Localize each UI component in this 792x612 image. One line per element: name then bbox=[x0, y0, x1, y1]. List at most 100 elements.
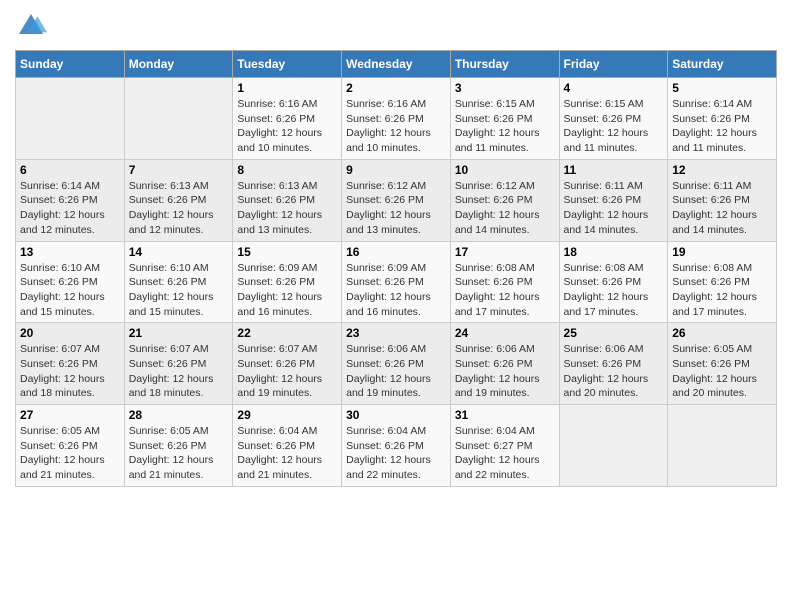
calendar-cell: 26 Sunrise: 6:05 AM Sunset: 6:26 PM Dayli… bbox=[668, 323, 777, 405]
calendar-cell bbox=[668, 405, 777, 487]
day-info: Sunrise: 6:10 AM Sunset: 6:26 PM Dayligh… bbox=[129, 261, 229, 320]
calendar-cell: 16 Sunrise: 6:09 AM Sunset: 6:26 PM Dayli… bbox=[342, 241, 451, 323]
day-info: Sunrise: 6:06 AM Sunset: 6:26 PM Dayligh… bbox=[564, 342, 664, 401]
calendar-cell: 25 Sunrise: 6:06 AM Sunset: 6:26 PM Dayli… bbox=[559, 323, 668, 405]
day-number: 7 bbox=[129, 163, 229, 177]
day-number: 14 bbox=[129, 245, 229, 259]
day-info: Sunrise: 6:08 AM Sunset: 6:26 PM Dayligh… bbox=[672, 261, 772, 320]
calendar-week-row: 20 Sunrise: 6:07 AM Sunset: 6:26 PM Dayli… bbox=[16, 323, 777, 405]
day-number: 16 bbox=[346, 245, 446, 259]
day-info: Sunrise: 6:11 AM Sunset: 6:26 PM Dayligh… bbox=[672, 179, 772, 238]
day-number: 19 bbox=[672, 245, 772, 259]
calendar-cell: 21 Sunrise: 6:07 AM Sunset: 6:26 PM Dayli… bbox=[124, 323, 233, 405]
day-number: 1 bbox=[237, 81, 337, 95]
day-info: Sunrise: 6:07 AM Sunset: 6:26 PM Dayligh… bbox=[237, 342, 337, 401]
day-number: 22 bbox=[237, 326, 337, 340]
day-number: 9 bbox=[346, 163, 446, 177]
calendar-cell: 31 Sunrise: 6:04 AM Sunset: 6:27 PM Dayli… bbox=[450, 405, 559, 487]
day-info: Sunrise: 6:07 AM Sunset: 6:26 PM Dayligh… bbox=[129, 342, 229, 401]
day-info: Sunrise: 6:13 AM Sunset: 6:26 PM Dayligh… bbox=[237, 179, 337, 238]
logo-icon bbox=[15, 10, 47, 42]
day-info: Sunrise: 6:04 AM Sunset: 6:27 PM Dayligh… bbox=[455, 424, 555, 483]
calendar-body: 1 Sunrise: 6:16 AM Sunset: 6:26 PM Daylig… bbox=[16, 78, 777, 487]
day-number: 4 bbox=[564, 81, 664, 95]
calendar-cell: 30 Sunrise: 6:04 AM Sunset: 6:26 PM Dayli… bbox=[342, 405, 451, 487]
calendar-cell: 2 Sunrise: 6:16 AM Sunset: 6:26 PM Daylig… bbox=[342, 78, 451, 160]
weekday-header: Wednesday bbox=[342, 51, 451, 78]
calendar-cell: 9 Sunrise: 6:12 AM Sunset: 6:26 PM Daylig… bbox=[342, 159, 451, 241]
day-number: 3 bbox=[455, 81, 555, 95]
calendar-cell bbox=[124, 78, 233, 160]
day-number: 8 bbox=[237, 163, 337, 177]
calendar-cell: 3 Sunrise: 6:15 AM Sunset: 6:26 PM Daylig… bbox=[450, 78, 559, 160]
calendar-cell: 12 Sunrise: 6:11 AM Sunset: 6:26 PM Dayli… bbox=[668, 159, 777, 241]
logo bbox=[15, 10, 51, 42]
day-info: Sunrise: 6:06 AM Sunset: 6:26 PM Dayligh… bbox=[455, 342, 555, 401]
day-info: Sunrise: 6:16 AM Sunset: 6:26 PM Dayligh… bbox=[346, 97, 446, 156]
calendar-week-row: 13 Sunrise: 6:10 AM Sunset: 6:26 PM Dayli… bbox=[16, 241, 777, 323]
calendar-cell: 8 Sunrise: 6:13 AM Sunset: 6:26 PM Daylig… bbox=[233, 159, 342, 241]
day-number: 18 bbox=[564, 245, 664, 259]
calendar-cell: 4 Sunrise: 6:15 AM Sunset: 6:26 PM Daylig… bbox=[559, 78, 668, 160]
day-info: Sunrise: 6:09 AM Sunset: 6:26 PM Dayligh… bbox=[237, 261, 337, 320]
day-info: Sunrise: 6:09 AM Sunset: 6:26 PM Dayligh… bbox=[346, 261, 446, 320]
day-info: Sunrise: 6:07 AM Sunset: 6:26 PM Dayligh… bbox=[20, 342, 120, 401]
header bbox=[15, 10, 777, 42]
calendar-cell: 24Sunrise: 6:06 AM Sunset: 6:26 PM Dayli… bbox=[450, 323, 559, 405]
calendar-table: SundayMondayTuesdayWednesdayThursdayFrid… bbox=[15, 50, 777, 487]
calendar-cell: 20 Sunrise: 6:07 AM Sunset: 6:26 PM Dayli… bbox=[16, 323, 125, 405]
calendar-cell bbox=[559, 405, 668, 487]
day-number: 15 bbox=[237, 245, 337, 259]
calendar-cell: 23Sunrise: 6:06 AM Sunset: 6:26 PM Dayli… bbox=[342, 323, 451, 405]
day-number: 30 bbox=[346, 408, 446, 422]
day-number: 5 bbox=[672, 81, 772, 95]
calendar-cell: 28Sunrise: 6:05 AM Sunset: 6:26 PM Dayli… bbox=[124, 405, 233, 487]
calendar-cell: 14 Sunrise: 6:10 AM Sunset: 6:26 PM Dayli… bbox=[124, 241, 233, 323]
calendar-cell: 17 Sunrise: 6:08 AM Sunset: 6:26 PM Dayli… bbox=[450, 241, 559, 323]
day-number: 6 bbox=[20, 163, 120, 177]
calendar-cell: 6 Sunrise: 6:14 AM Sunset: 6:26 PM Daylig… bbox=[16, 159, 125, 241]
day-number: 26 bbox=[672, 326, 772, 340]
weekday-header: Friday bbox=[559, 51, 668, 78]
day-info: Sunrise: 6:08 AM Sunset: 6:26 PM Dayligh… bbox=[564, 261, 664, 320]
calendar-cell: 22 Sunrise: 6:07 AM Sunset: 6:26 PM Dayli… bbox=[233, 323, 342, 405]
calendar-cell bbox=[16, 78, 125, 160]
calendar-cell: 10Sunrise: 6:12 AM Sunset: 6:26 PM Dayli… bbox=[450, 159, 559, 241]
day-info: Sunrise: 6:15 AM Sunset: 6:26 PM Dayligh… bbox=[564, 97, 664, 156]
day-info: Sunrise: 6:04 AM Sunset: 6:26 PM Dayligh… bbox=[346, 424, 446, 483]
calendar-cell: 29Sunrise: 6:04 AM Sunset: 6:26 PM Dayli… bbox=[233, 405, 342, 487]
day-info: Sunrise: 6:05 AM Sunset: 6:26 PM Dayligh… bbox=[20, 424, 120, 483]
calendar-week-row: 6 Sunrise: 6:14 AM Sunset: 6:26 PM Daylig… bbox=[16, 159, 777, 241]
day-info: Sunrise: 6:14 AM Sunset: 6:26 PM Dayligh… bbox=[20, 179, 120, 238]
day-number: 12 bbox=[672, 163, 772, 177]
day-number: 31 bbox=[455, 408, 555, 422]
day-info: Sunrise: 6:11 AM Sunset: 6:26 PM Dayligh… bbox=[564, 179, 664, 238]
calendar-week-row: 27 Sunrise: 6:05 AM Sunset: 6:26 PM Dayli… bbox=[16, 405, 777, 487]
day-number: 17 bbox=[455, 245, 555, 259]
calendar-cell: 15 Sunrise: 6:09 AM Sunset: 6:26 PM Dayli… bbox=[233, 241, 342, 323]
day-number: 20 bbox=[20, 326, 120, 340]
day-info: Sunrise: 6:16 AM Sunset: 6:26 PM Dayligh… bbox=[237, 97, 337, 156]
day-number: 13 bbox=[20, 245, 120, 259]
day-number: 25 bbox=[564, 326, 664, 340]
day-number: 21 bbox=[129, 326, 229, 340]
day-info: Sunrise: 6:15 AM Sunset: 6:26 PM Dayligh… bbox=[455, 97, 555, 156]
calendar-cell: 27 Sunrise: 6:05 AM Sunset: 6:26 PM Dayli… bbox=[16, 405, 125, 487]
calendar-week-row: 1 Sunrise: 6:16 AM Sunset: 6:26 PM Daylig… bbox=[16, 78, 777, 160]
day-number: 11 bbox=[564, 163, 664, 177]
day-info: Sunrise: 6:10 AM Sunset: 6:26 PM Dayligh… bbox=[20, 261, 120, 320]
calendar-cell: 1 Sunrise: 6:16 AM Sunset: 6:26 PM Daylig… bbox=[233, 78, 342, 160]
day-info: Sunrise: 6:08 AM Sunset: 6:26 PM Dayligh… bbox=[455, 261, 555, 320]
weekday-header: Monday bbox=[124, 51, 233, 78]
weekday-header: Sunday bbox=[16, 51, 125, 78]
day-number: 2 bbox=[346, 81, 446, 95]
day-number: 27 bbox=[20, 408, 120, 422]
calendar-header: SundayMondayTuesdayWednesdayThursdayFrid… bbox=[16, 51, 777, 78]
day-info: Sunrise: 6:12 AM Sunset: 6:26 PM Dayligh… bbox=[455, 179, 555, 238]
calendar-cell: 11 Sunrise: 6:11 AM Sunset: 6:26 PM Dayli… bbox=[559, 159, 668, 241]
weekday-header: Tuesday bbox=[233, 51, 342, 78]
calendar-cell: 19 Sunrise: 6:08 AM Sunset: 6:26 PM Dayli… bbox=[668, 241, 777, 323]
day-info: Sunrise: 6:05 AM Sunset: 6:26 PM Dayligh… bbox=[672, 342, 772, 401]
page-container: SundayMondayTuesdayWednesdayThursdayFrid… bbox=[0, 0, 792, 502]
day-info: Sunrise: 6:12 AM Sunset: 6:26 PM Dayligh… bbox=[346, 179, 446, 238]
